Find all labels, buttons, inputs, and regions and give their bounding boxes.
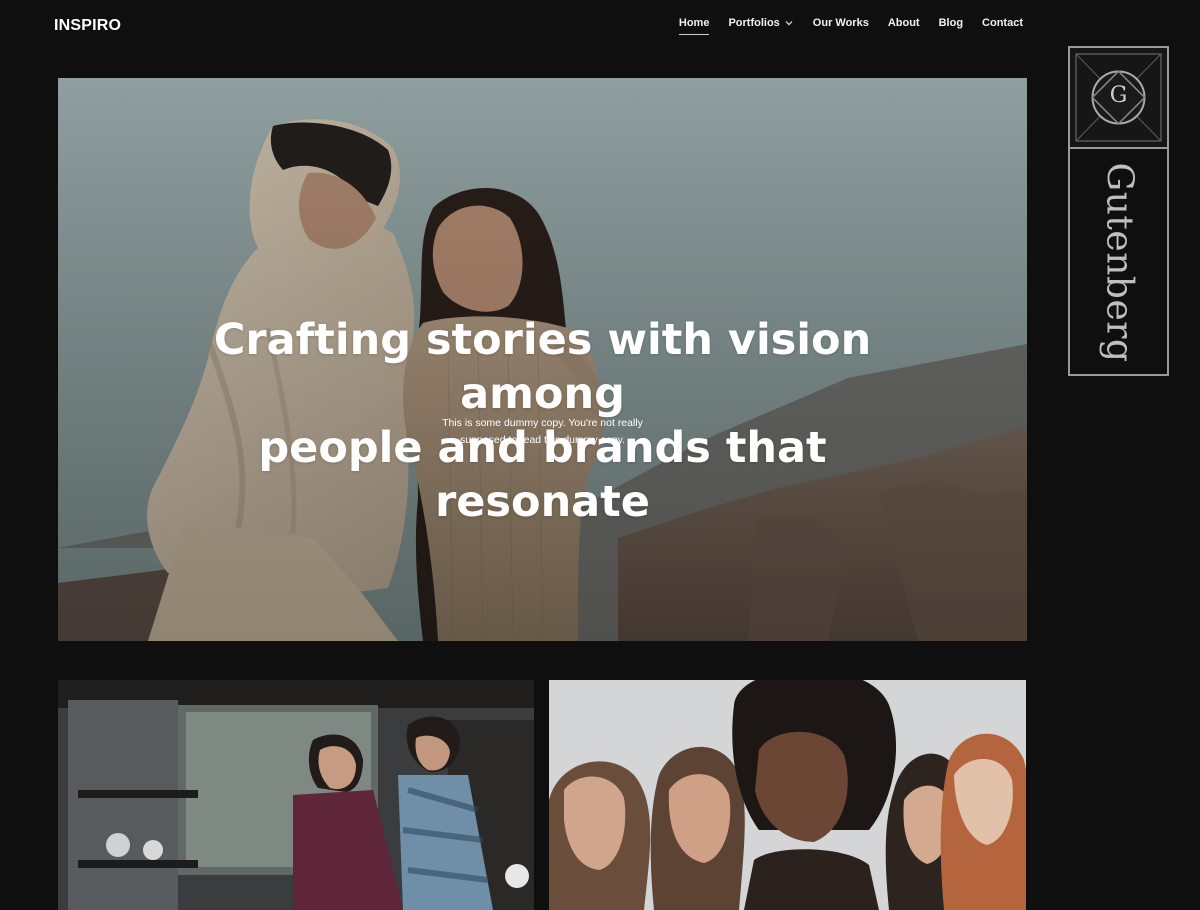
portfolio-image [58, 680, 534, 910]
nav-item-blog[interactable]: Blog [939, 17, 963, 35]
nav-item-label: Home [678, 17, 710, 29]
main-nav: Home Portfolios Our Works About Blog Con… [678, 17, 1023, 35]
nav-item-contact[interactable]: Contact [982, 17, 1023, 35]
nav-item-label: Blog [938, 17, 964, 29]
nav-item-label: Portfolios [728, 17, 780, 29]
nav-item-label: Our Works [812, 17, 869, 29]
nav-item-home[interactable]: Home [678, 17, 710, 35]
site-logo[interactable]: INSPIRO [54, 17, 121, 35]
gutenberg-label-wrap: Gutenberg [1068, 148, 1169, 376]
nav-item-label: About [887, 17, 920, 29]
portfolio-image [549, 680, 1026, 910]
gutenberg-label: Gutenberg [1098, 161, 1140, 363]
gutenberg-badge[interactable]: G Gutenberg [1068, 46, 1169, 376]
gutenberg-g-icon: G [1109, 83, 1128, 108]
portfolio-card-portraits[interactable] [549, 680, 1026, 910]
hero-section: Crafting stories with vision among peopl… [58, 78, 1027, 641]
nav-item-label: Contact [982, 17, 1023, 29]
hero-subtitle: This is some dummy copy. You're not real… [442, 416, 643, 446]
chevron-down-icon [785, 21, 793, 26]
site-header: INSPIRO Home Portfolios Our Works About … [0, 0, 1200, 56]
nav-item-our-works[interactable]: Our Works [813, 17, 869, 35]
portfolio-card-fashion[interactable] [58, 680, 534, 910]
nav-item-about[interactable]: About [888, 17, 920, 35]
nav-item-portfolios[interactable]: Portfolios [728, 17, 793, 35]
